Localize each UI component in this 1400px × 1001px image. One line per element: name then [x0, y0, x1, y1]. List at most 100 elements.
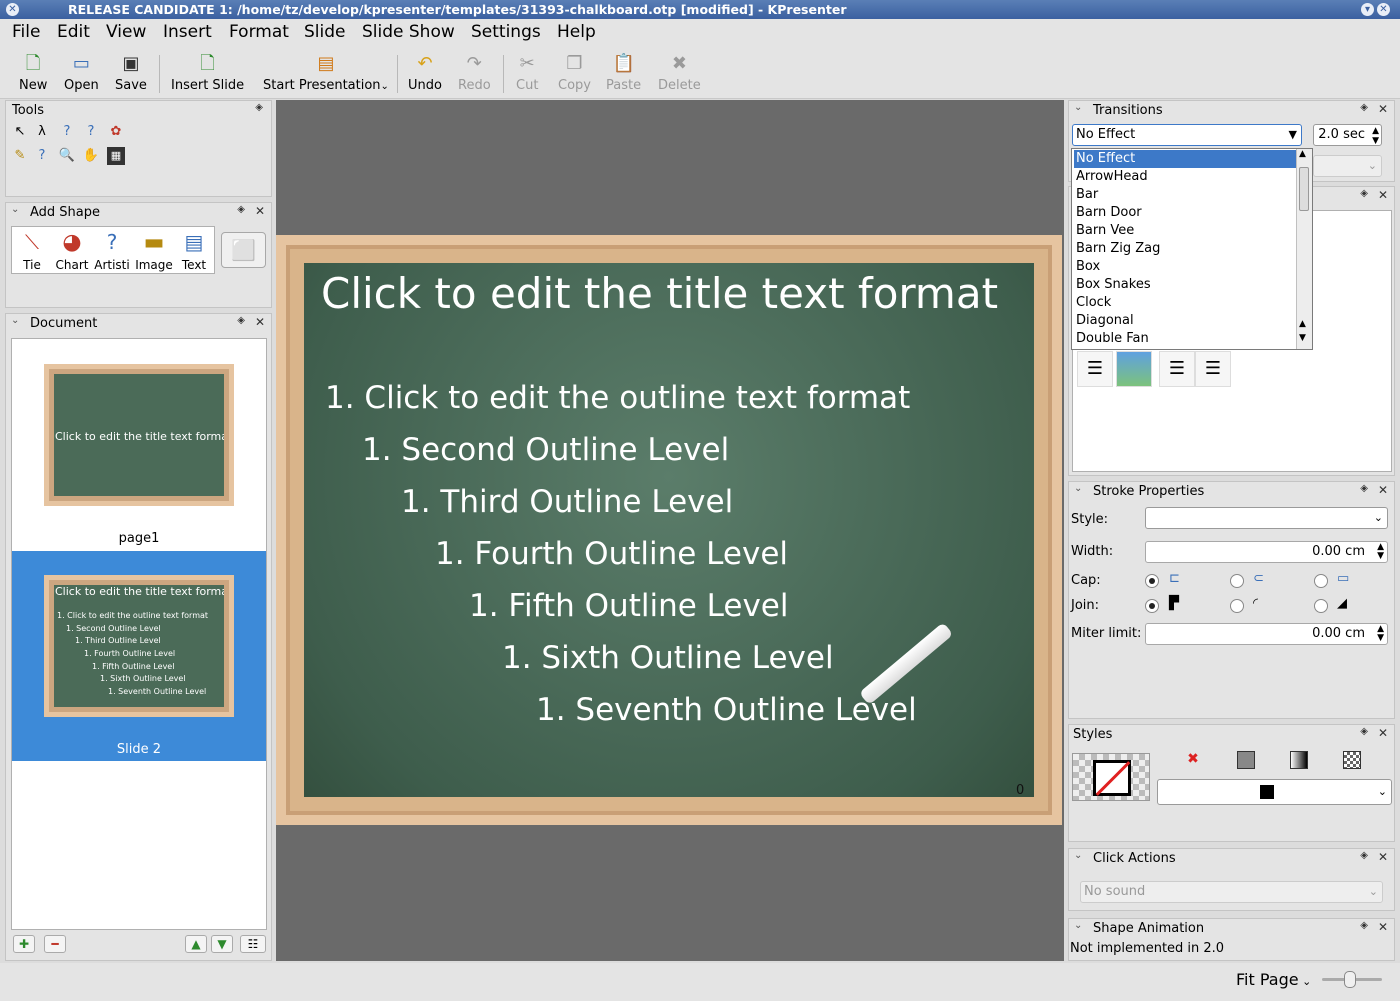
layout-image-icon[interactable]: [1116, 351, 1152, 387]
outline-level-4[interactable]: 1. Fourth Outline Level: [435, 536, 788, 572]
outline-level-3[interactable]: 1. Third Outline Level: [401, 484, 733, 520]
collapse-icon[interactable]: ⌄: [1074, 920, 1082, 931]
zoom-icon[interactable]: 🔍: [58, 147, 76, 165]
close-icon[interactable]: ✕: [1377, 3, 1390, 16]
transition-option[interactable]: Diagonal: [1074, 312, 1296, 330]
cap-square-radio[interactable]: [1314, 574, 1328, 588]
menu-format[interactable]: Format: [229, 22, 289, 42]
menu-settings[interactable]: Settings: [471, 22, 541, 42]
more-shapes-button[interactable]: ⬜: [221, 232, 266, 268]
transition-option[interactable]: ArrowHead: [1074, 168, 1296, 186]
collapse-icon[interactable]: ⌄: [1074, 483, 1082, 494]
view-mode-button[interactable]: ☷: [240, 935, 266, 953]
stroke-fill-preview[interactable]: [1072, 753, 1150, 801]
move-down-button[interactable]: ▼: [211, 935, 233, 953]
scroll-up-icon[interactable]: ▲: [1299, 149, 1306, 159]
close-icon[interactable]: ✕: [1378, 483, 1388, 497]
float-icon[interactable]: ◈: [1360, 726, 1368, 737]
move-up-button[interactable]: ▲: [185, 935, 207, 953]
new-button[interactable]: 🗋 New: [19, 53, 47, 93]
help-tool-icon[interactable]: ?: [82, 123, 100, 141]
transition-effect-list[interactable]: No Effect ArrowHead Bar Barn Door Barn V…: [1071, 148, 1313, 350]
shape-text[interactable]: ▤ Text: [176, 230, 212, 273]
transition-option[interactable]: Barn Vee: [1074, 222, 1296, 240]
float-icon[interactable]: ◈: [237, 315, 245, 326]
app-menu-icon[interactable]: ✕: [6, 3, 19, 16]
path-tool-icon[interactable]: λ: [33, 123, 51, 141]
float-icon[interactable]: ◈: [1360, 920, 1368, 931]
transition-option[interactable]: No Effect: [1074, 150, 1296, 168]
zoom-select[interactable]: Fit Page ⌄: [1236, 970, 1311, 989]
float-icon[interactable]: ◈: [1360, 483, 1368, 494]
transition-option[interactable]: Clock: [1074, 294, 1296, 312]
zoom-slider-handle[interactable]: [1344, 971, 1356, 988]
layout-text-icon[interactable]: ☰: [1195, 351, 1231, 387]
outline-level-1[interactable]: 1. Click to edit the outline text format: [325, 380, 910, 416]
shape-chart[interactable]: ◕ Chart: [54, 230, 90, 273]
delete-button[interactable]: ✖ Delete: [658, 53, 701, 93]
transition-duration-field[interactable]: 2.0 sec ▲ ▼: [1313, 124, 1382, 146]
no-fill-button[interactable]: ✖: [1183, 751, 1203, 769]
collapse-icon[interactable]: ⌄: [11, 204, 19, 215]
close-icon[interactable]: ✕: [255, 204, 265, 218]
miter-limit-field[interactable]: 0.00 cm ▲ ▼: [1145, 623, 1388, 645]
zoom-slider[interactable]: [1322, 971, 1382, 988]
close-icon[interactable]: ✕: [255, 315, 265, 329]
start-presentation-button[interactable]: ▤ Start Presentation⌄: [263, 53, 389, 93]
transition-option[interactable]: Bar: [1074, 186, 1296, 204]
slide-item-slide2[interactable]: Click to edit the title text format 1. C…: [12, 551, 266, 761]
close-icon[interactable]: ✕: [1378, 920, 1388, 934]
stroke-style-select[interactable]: ⌄: [1145, 507, 1388, 529]
shape-image[interactable]: ▬ Image: [134, 230, 174, 273]
transition-option[interactable]: Double Fan: [1074, 330, 1296, 348]
redo-button[interactable]: ↷ Redo: [458, 53, 491, 93]
slide-list[interactable]: Click to edit the title text format page…: [11, 338, 267, 930]
transition-option[interactable]: Barn Zig Zag: [1074, 240, 1296, 258]
help-tool-icon[interactable]: ?: [58, 123, 76, 141]
menu-insert[interactable]: Insert: [163, 22, 212, 42]
outline-level-7[interactable]: 1. Seventh Outline Level: [536, 692, 917, 728]
spin-icon[interactable]: ▲ ▼: [1377, 625, 1384, 643]
copy-button[interactable]: ❐ Copy: [558, 53, 591, 93]
menu-file[interactable]: File: [12, 22, 40, 42]
shape-artistic[interactable]: ? Artisti: [94, 230, 130, 273]
slide-title[interactable]: Click to edit the title text format: [321, 269, 998, 318]
outline-level-5[interactable]: 1. Fifth Outline Level: [469, 588, 788, 624]
stroke-width-field[interactable]: 0.00 cm ▲ ▼: [1145, 541, 1388, 563]
shape-tie[interactable]: ⟍ Tie: [14, 230, 50, 273]
select-arrow-icon[interactable]: ↖: [11, 123, 29, 141]
menu-slide[interactable]: Slide: [304, 22, 346, 42]
float-icon[interactable]: ◈: [1360, 850, 1368, 861]
menu-slide-show[interactable]: Slide Show: [362, 22, 455, 42]
remove-slide-button[interactable]: ━: [44, 935, 66, 953]
paste-button[interactable]: 📋 Paste: [606, 53, 641, 93]
slide-item-page1[interactable]: Click to edit the title text format page…: [12, 339, 266, 551]
minimize-icon[interactable]: ▾: [1361, 3, 1374, 16]
join-miter-radio[interactable]: [1145, 599, 1159, 613]
outline-level-2[interactable]: 1. Second Outline Level: [362, 432, 729, 468]
float-icon[interactable]: ◈: [237, 204, 245, 215]
layout-text-icon[interactable]: ☰: [1159, 351, 1195, 387]
menu-view[interactable]: View: [106, 22, 146, 42]
transition-option[interactable]: Barn Door: [1074, 204, 1296, 222]
open-button[interactable]: ▭ Open: [64, 53, 99, 93]
spin-icon[interactable]: ▲ ▼: [1377, 543, 1384, 561]
float-icon[interactable]: ◈: [255, 102, 263, 113]
menu-edit[interactable]: Edit: [57, 22, 90, 42]
float-icon[interactable]: ◈: [1360, 102, 1368, 113]
sound-select[interactable]: No sound ⌄: [1080, 881, 1383, 903]
add-slide-button[interactable]: ✚: [13, 935, 35, 953]
close-icon[interactable]: ✕: [1378, 188, 1388, 202]
color-select[interactable]: ⌄: [1157, 779, 1392, 805]
spin-icon[interactable]: ▲ ▼: [1372, 126, 1379, 146]
transition-sound-select[interactable]: ⌄: [1313, 155, 1382, 177]
help-tool-icon[interactable]: ?: [33, 147, 51, 165]
palette-icon[interactable]: ✿: [107, 123, 125, 141]
hand-icon[interactable]: ✋: [82, 147, 100, 165]
menu-help[interactable]: Help: [557, 22, 596, 42]
undo-button[interactable]: ↶ Undo: [408, 53, 442, 93]
animation-tool-icon[interactable]: ▦: [107, 147, 125, 165]
close-icon[interactable]: ✕: [1378, 102, 1388, 116]
list-scrollbar[interactable]: ▲ ▲ ▼: [1296, 149, 1312, 349]
pattern-fill-button[interactable]: [1343, 751, 1361, 769]
